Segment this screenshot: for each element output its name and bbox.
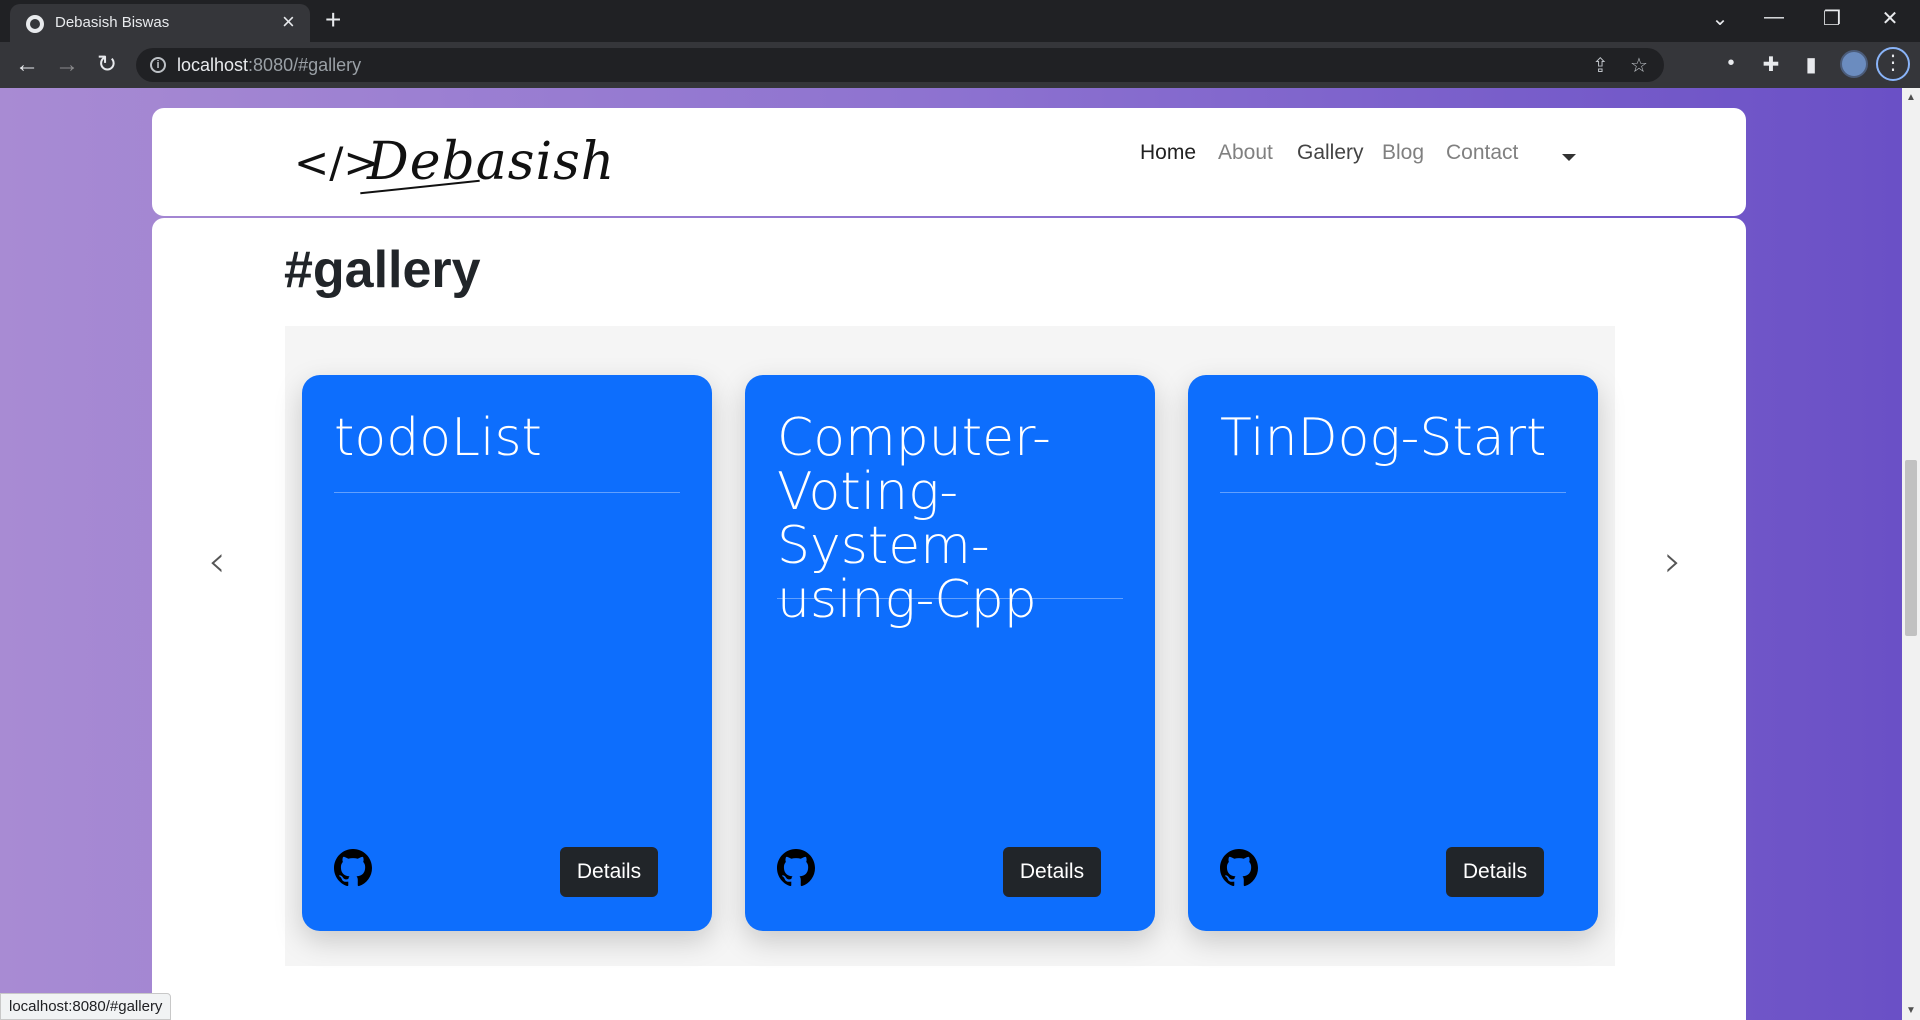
card-title: Computer-Voting-System-using-Cpp <box>777 408 1051 630</box>
site-navbar: </> Debasish Home About Gallery Blog Con… <box>152 108 1746 216</box>
project-card: todoList Details <box>302 375 712 931</box>
tab-title: Debasish Biswas <box>55 14 170 31</box>
nav-link-gallery[interactable]: Gallery <box>1297 141 1364 165</box>
profile-avatar[interactable] <box>1840 50 1868 78</box>
address-bar[interactable]: i localhost:8080/#gallery ⇪ ☆ <box>136 48 1664 82</box>
nav-link-about[interactable]: About <box>1218 141 1273 165</box>
details-button[interactable]: Details <box>1446 847 1544 897</box>
project-card: Computer-Voting-System-using-Cpp Details <box>745 375 1155 931</box>
page-scrollbar[interactable]: ▲ ▼ <box>1902 88 1920 1020</box>
site-logo[interactable]: Debasish <box>367 132 615 192</box>
scroll-down-icon[interactable]: ▼ <box>1906 1005 1916 1016</box>
carousel-prev-icon[interactable]: ‹ <box>208 536 226 587</box>
details-button[interactable]: Details <box>1003 847 1101 897</box>
window-close-icon[interactable]: ✕ <box>1870 6 1910 31</box>
tab-search-icon[interactable]: ⌄ <box>1700 6 1740 31</box>
share-icon[interactable]: ⇪ <box>1592 53 1609 78</box>
link-status-bubble: localhost:8080/#gallery <box>0 993 172 1020</box>
close-icon[interactable]: × <box>282 10 295 34</box>
minimize-icon[interactable]: — <box>1754 6 1794 29</box>
forward-icon[interactable]: → <box>52 50 82 80</box>
new-tab-button[interactable]: + <box>325 4 341 36</box>
github-icon[interactable] <box>334 849 372 887</box>
restore-icon[interactable]: ❐ <box>1812 6 1852 31</box>
globe-icon <box>26 15 44 33</box>
extensions-puzzle-icon[interactable]: ✚ <box>1758 52 1784 77</box>
nav-link-blog[interactable]: Blog <box>1382 141 1424 165</box>
side-panel-icon[interactable]: ▮ <box>1798 52 1824 77</box>
github-icon[interactable] <box>777 849 815 887</box>
site-info-icon[interactable]: i <box>150 57 166 73</box>
url-text[interactable]: localhost:8080/#gallery <box>177 55 361 76</box>
project-card: TinDog-Start Details <box>1188 375 1598 931</box>
back-icon[interactable]: ← <box>12 50 42 80</box>
page-viewport: </> Debasish Home About Gallery Blog Con… <box>0 88 1902 1020</box>
tab-strip: Debasish Biswas × + ⌄ — ❐ ✕ <box>0 0 1920 42</box>
nav-link-home[interactable]: Home <box>1140 141 1196 165</box>
browser-tab[interactable]: Debasish Biswas × <box>10 4 310 42</box>
card-title: TinDog-Start <box>1220 408 1547 468</box>
card-divider <box>334 492 680 493</box>
browser-toolbar: ← → ↻ i localhost:8080/#gallery ⇪ ☆ • ✚ … <box>0 42 1920 88</box>
card-divider <box>1220 492 1566 493</box>
card-title: todoList <box>334 408 542 468</box>
nav-link-contact[interactable]: Contact <box>1446 141 1518 165</box>
page-title: #gallery <box>284 241 481 299</box>
scroll-thumb[interactable] <box>1905 460 1917 636</box>
browser-menu-icon[interactable]: ⋮ <box>1876 47 1910 81</box>
github-icon[interactable] <box>1220 849 1258 887</box>
code-logo-icon[interactable]: </> <box>294 138 379 187</box>
reload-icon[interactable]: ↻ <box>92 50 122 80</box>
extension-badge-icon[interactable]: • <box>1718 52 1744 75</box>
details-button[interactable]: Details <box>560 847 658 897</box>
nav-dropdown-caret-icon[interactable] <box>1562 154 1576 161</box>
scroll-up-icon[interactable]: ▲ <box>1906 92 1916 103</box>
bookmark-star-icon[interactable]: ☆ <box>1630 53 1648 78</box>
carousel-next-icon[interactable]: › <box>1664 536 1682 587</box>
card-divider <box>777 598 1123 599</box>
